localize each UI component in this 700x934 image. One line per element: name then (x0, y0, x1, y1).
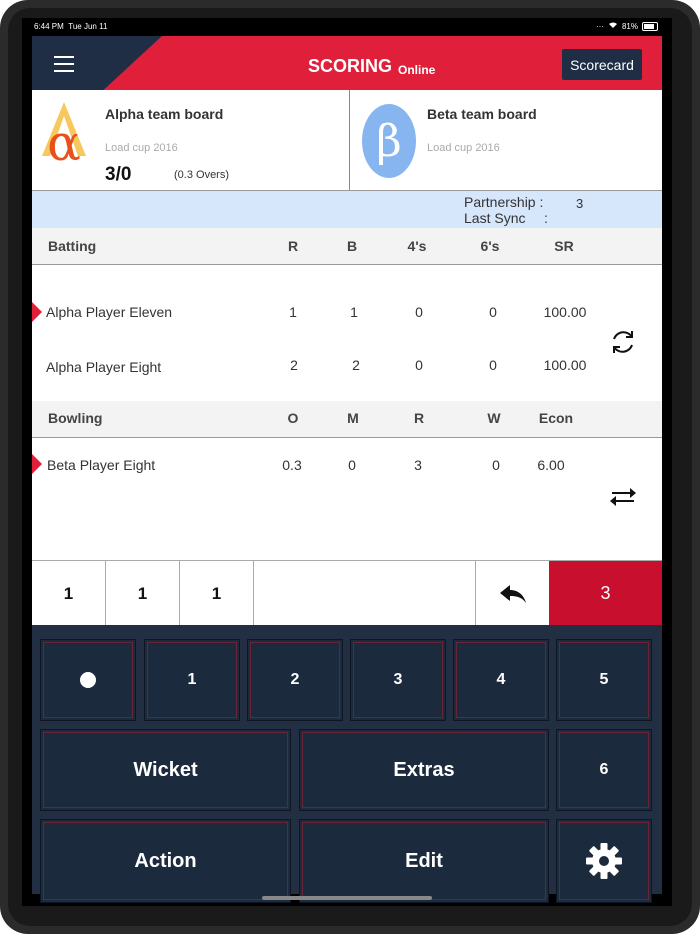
batsman-name: Alpha Player Eight (46, 359, 162, 375)
run-4-button[interactable]: 4 (453, 639, 549, 721)
ball-cell: 1 (180, 561, 254, 626)
over-total: 3 (549, 561, 662, 626)
batsman-sr: 100.00 (543, 357, 587, 373)
bowling-col-r: R (413, 410, 425, 426)
bowling-col-m: M (347, 410, 359, 426)
battery-icon (642, 21, 658, 31)
last-sync-label: Last Sync (464, 210, 526, 226)
action-button[interactable]: Action (40, 819, 291, 903)
header-dark-wedge (32, 36, 162, 90)
beta-logo-icon: β (362, 104, 416, 178)
partnership-bar: Partnership : 3 Last Sync : (32, 191, 662, 228)
bowling-col-o: O (287, 410, 299, 426)
batting-col-4s: 4's (407, 238, 427, 254)
batting-col-sr: SR (554, 238, 574, 254)
batsman-row[interactable]: Alpha Player Eight 2 2 0 0 100.00 (32, 341, 662, 393)
online-status: Online (398, 63, 436, 77)
current-over-row: 1 1 1 3 (32, 560, 662, 626)
bowling-col-w: W (487, 410, 501, 426)
header-bar: SCORING Online Scorecard (32, 36, 662, 90)
batsman-runs: 2 (290, 357, 298, 373)
run-2-button[interactable]: 2 (247, 639, 343, 721)
partnership-label: Partnership : (464, 194, 544, 210)
batsman-balls: 2 (352, 357, 360, 373)
dot-ball-button[interactable] (40, 639, 136, 721)
dot-ball-icon (80, 672, 96, 688)
batting-header: Batting R B 4's 6's SR (32, 228, 662, 265)
team-b-name: Beta team board (427, 106, 537, 122)
bowler-overs: 0.3 (282, 457, 302, 473)
ball-cell: 1 (32, 561, 106, 626)
team-a-card: α Alpha team board Load cup 2016 3/0 (0.… (32, 90, 350, 190)
extras-button[interactable]: Extras (299, 729, 549, 811)
team-a-score: 3/0 (105, 164, 132, 185)
ball-cell: 1 (106, 561, 180, 626)
batting-col-b: B (346, 238, 358, 254)
gear-icon (586, 843, 622, 879)
signal-dots-icon: ··· (595, 21, 604, 31)
batsman-name: Alpha Player Eleven (46, 304, 173, 320)
undo-arrow-icon (500, 584, 526, 603)
run-5-button[interactable]: 5 (556, 639, 652, 721)
run-6-button[interactable]: 6 (556, 729, 652, 811)
batsman-runs: 1 (289, 304, 297, 320)
bowler-wickets: 0 (492, 457, 500, 473)
batsman-fours: 0 (415, 357, 423, 373)
bowler-runs: 3 (414, 457, 422, 473)
batting-heading: Batting (48, 238, 97, 254)
bowling-header: Bowling O M R W Econ (32, 401, 662, 438)
partnership-value: 3 (576, 196, 584, 211)
batting-col-r: R (287, 238, 299, 254)
page-title: SCORING (308, 56, 393, 76)
undo-button[interactable] (475, 561, 550, 626)
team-a-tournament: Load cup 2016 (105, 142, 178, 154)
team-a-overs: (0.3 Overs) (174, 169, 230, 181)
home-indicator (262, 896, 432, 900)
settings-button[interactable] (556, 819, 652, 903)
batsman-row[interactable]: Alpha Player Eleven 1 1 0 0 100.00 (32, 286, 662, 338)
bowler-name: Beta Player Eight (47, 457, 156, 473)
bowling-heading: Bowling (48, 410, 103, 426)
swap-arrows-icon[interactable] (608, 484, 638, 513)
on-strike-marker-icon (32, 302, 42, 322)
batsman-fours: 0 (415, 304, 423, 320)
rotate-strike-icon[interactable] (608, 327, 638, 362)
wifi-icon (608, 21, 618, 31)
team-a-name: Alpha team board (105, 106, 224, 122)
alpha-logo-icon: α (38, 100, 90, 172)
screen: 6:44 PM Tue Jun 11 ··· 81% SCORING Onlin… (22, 18, 672, 906)
current-bowler-marker-icon (32, 454, 42, 474)
last-sync-colon: : (544, 210, 548, 226)
batsman-sixes: 0 (489, 304, 497, 320)
batsman-balls: 1 (350, 304, 358, 320)
bowler-row[interactable]: Beta Player Eight 0.3 0 3 0 6.00 (32, 438, 662, 490)
scoring-app: SCORING Online Scorecard α Alpha team bo… (32, 36, 662, 903)
batsman-sixes: 0 (489, 357, 497, 373)
team-b-card: β Beta team board Load cup 2016 (350, 90, 662, 190)
battery-percent: 81% (621, 21, 638, 31)
status-bar: 6:44 PM Tue Jun 11 ··· 81% (22, 18, 672, 36)
edit-button[interactable]: Edit (299, 819, 549, 903)
status-time: 6:44 PM Tue Jun 11 (34, 22, 107, 31)
teams-panel: α Alpha team board Load cup 2016 3/0 (0.… (32, 90, 662, 191)
scorecard-button[interactable]: Scorecard (562, 49, 642, 80)
batting-col-6s: 6's (480, 238, 500, 254)
bowler-econ: 6.00 (537, 457, 565, 473)
date-text: Tue Jun 11 (68, 22, 108, 31)
hamburger-menu-icon[interactable] (54, 56, 74, 72)
run-1-button[interactable]: 1 (144, 639, 240, 721)
run-3-button[interactable]: 3 (350, 639, 446, 721)
team-b-tournament: Load cup 2016 (427, 142, 500, 154)
status-right: ··· 81% (596, 21, 658, 31)
bowler-maidens: 0 (348, 457, 356, 473)
wicket-button[interactable]: Wicket (40, 729, 291, 811)
time-text: 6:44 PM (34, 22, 64, 31)
bowling-col-econ: Econ (538, 410, 574, 426)
scoring-keypad: 1 2 3 4 5 Wicket Extras 6 Action Edit (32, 625, 662, 903)
batsman-sr: 100.00 (543, 304, 587, 320)
svg-text:α: α (47, 114, 81, 164)
